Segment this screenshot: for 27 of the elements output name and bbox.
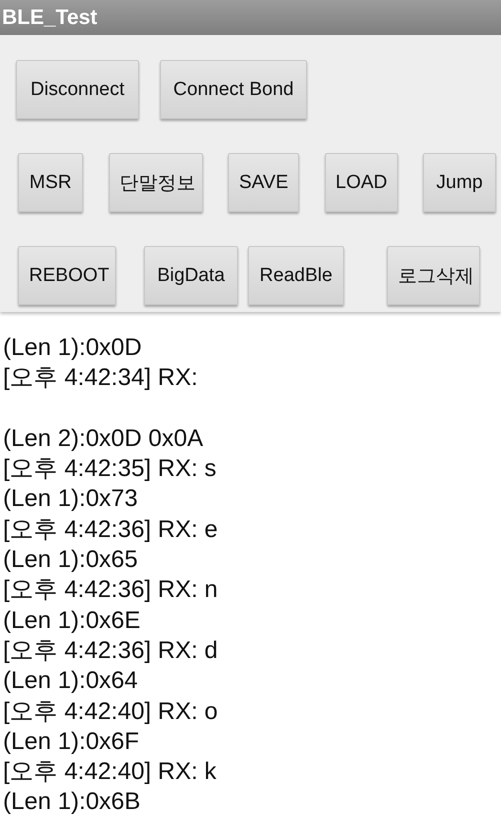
action-button[interactable]: 로그삭제 (387, 246, 480, 305)
log-line: [오후 4:42:36] RX: e (3, 514, 219, 545)
window-title: BLE_Test (1, 6, 98, 30)
log-line: (Len 1):0x6B (3, 787, 142, 818)
action-button[interactable]: 단말정보 (108, 153, 202, 212)
action-button[interactable]: Connect Bond (160, 60, 307, 119)
log-line: (Len 1):0x0D (3, 333, 143, 363)
log-line: (Len 1):0x6F (3, 726, 140, 757)
log-line: (Len 1):0x64 (3, 666, 139, 696)
action-button[interactable]: SAVE (228, 153, 299, 212)
action-button[interactable]: LOAD (324, 153, 398, 212)
log-line: [오후 4:42:40] RX: o (3, 696, 219, 727)
log-line: (Len 2):0x0D 0x0A (3, 424, 204, 454)
action-button[interactable]: REBOOT (18, 246, 116, 305)
log-line: (Len 1):0x6E (3, 606, 142, 636)
action-button[interactable]: BigData (144, 246, 238, 305)
log-line: [오후 4:42:36] RX: n (3, 575, 219, 606)
action-button[interactable]: Jump (423, 153, 496, 212)
action-button[interactable]: MSR (18, 153, 83, 212)
log-line: (Len 1):0x65 (3, 545, 139, 576)
log-line: [오후 4:42:35] RX: s (3, 454, 218, 484)
log-line: (Len 1):0x73 (3, 484, 139, 514)
log-line: [오후 4:42:36] RX: d (3, 636, 219, 666)
log-line: [오후 4:42:40] RX: k (3, 757, 218, 788)
action-button[interactable]: Disconnect (16, 60, 139, 119)
log-line: [오후 4:42:34] RX: (3, 363, 199, 394)
action-button[interactable]: ReadBle (248, 246, 344, 305)
